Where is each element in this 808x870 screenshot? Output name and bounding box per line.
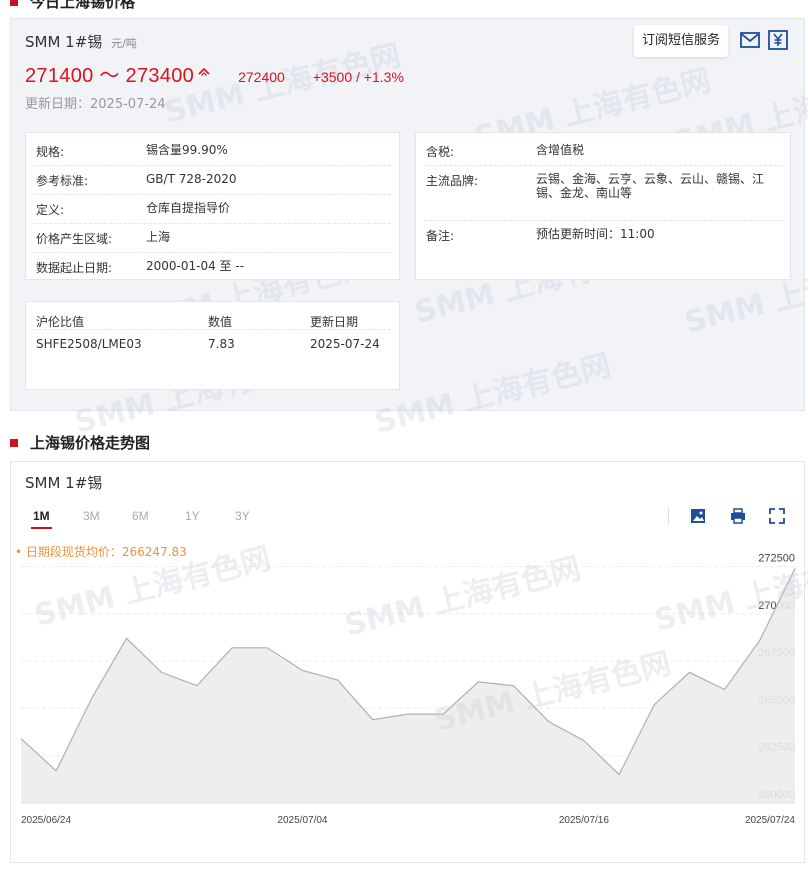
spec-value: 含增值税	[536, 143, 585, 157]
x-tick-label: 2025/07/16	[559, 815, 609, 826]
spec-row: 含税: 含增值税	[424, 137, 782, 166]
section-title-text: 今日上海锡价格	[30, 0, 136, 11]
price-change: +3500 / +1.3%	[312, 69, 404, 85]
spec-box-right: 含税: 含增值税 主流品牌: 云锡、金海、云亨、云象、云山、赣锡、江锡、金龙、南…	[415, 132, 791, 280]
ratio-table: 沪伦比值 数值 更新日期 SHFE2508/LME03 7.83 2025-07…	[25, 301, 400, 390]
ratio-table-header: 沪伦比值 数值 更新日期	[34, 310, 391, 330]
section-title-text: 上海锡价格走势图	[30, 434, 151, 452]
up-arrow-icon	[198, 65, 210, 79]
spec-value: 上海	[146, 230, 171, 244]
x-tick-label: 2025/07/04	[277, 815, 327, 826]
spec-value: 2000-01-04 至 --	[146, 259, 245, 273]
chart-title: SMM 1#锡	[25, 474, 103, 492]
spec-value: 仓库自提指导价	[146, 201, 231, 215]
x-tick-label: 2025/07/24	[745, 815, 795, 826]
average-price: 272400	[238, 69, 285, 85]
price-tag-icon[interactable]	[767, 29, 789, 51]
price-range: 271400 ～ 273400	[25, 65, 195, 87]
average-price-label: • 日期段现货均价：266247.83	[15, 545, 187, 559]
spec-label: 价格产生区域:	[36, 232, 113, 246]
ratio-cell: 2025-07-24	[310, 337, 380, 351]
price-row: 271400 ～ 273400 272400 +3500 / +1.3%	[25, 59, 404, 88]
spec-value: GB/T 728-2020	[146, 172, 237, 186]
update-label: 更新日期：	[25, 97, 91, 112]
spec-row: 数据起止日期: 2000-01-04 至 --	[34, 253, 391, 279]
tab-3y[interactable]: 3Y	[235, 509, 250, 523]
spec-label: 主流品牌:	[426, 174, 479, 188]
price-info-panel: SMM 上海有色网 SMM 上海有色网 SMM 上海有色网 SMM 上海有色网 …	[10, 18, 808, 441]
tab-1y[interactable]: 1Y	[185, 509, 200, 523]
tab-3m[interactable]: 3M	[83, 509, 100, 523]
spec-row: 主流品牌: 云锡、金海、云亨、云象、云山、赣锡、江锡、金龙、南山等	[424, 166, 782, 221]
spec-row: 定义: 仓库自提指导价	[34, 195, 391, 224]
ratio-header-cell: 数值	[208, 315, 233, 329]
section-title-today: 今日上海锡价格	[10, 0, 135, 12]
spec-row: 备注: 预估更新时间：11:00	[424, 221, 782, 253]
spec-value: 预估更新时间：11:00	[536, 227, 655, 241]
chart-panel: 2600002625002650002675002700002725002025…	[10, 461, 808, 863]
spec-label: 定义:	[36, 203, 65, 217]
product-name: SMM 1#锡 元/吨	[25, 31, 137, 52]
x-tick-label: 2025/06/24	[21, 815, 71, 826]
spec-box-left: 规格: 锡含量99.90% 参考标准: GB/T 728-2020 定义: 仓库…	[25, 132, 400, 280]
download-image-icon[interactable]	[689, 507, 707, 525]
watermark: SMM 上海有色网	[371, 348, 615, 441]
spec-label: 含税:	[426, 145, 455, 159]
ratio-cell: SHFE2508/LME03	[36, 337, 142, 351]
price-chart: 2600002625002650002675002700002725002025…	[20, 552, 796, 826]
ratio-cell: 7.83	[208, 337, 235, 351]
spec-label: 规格:	[36, 145, 65, 159]
spec-row: 参考标准: GB/T 728-2020	[34, 166, 391, 195]
spec-label: 备注:	[426, 229, 455, 243]
spec-row: 规格: 锡含量99.90%	[34, 137, 391, 166]
ratio-header-cell: 更新日期	[310, 315, 359, 329]
update-date-line: 更新日期：2025-07-24	[25, 93, 166, 112]
section-marker	[10, 438, 18, 447]
subscribe-sms-button[interactable]: 订阅短信服务	[634, 25, 729, 57]
y-tick-label: 272500	[758, 552, 795, 564]
series-area	[21, 568, 795, 803]
ratio-header-cell: 沪伦比值	[36, 315, 85, 329]
print-icon[interactable]	[729, 507, 747, 525]
spec-row: 价格产生区域: 上海	[34, 224, 391, 253]
spec-value: 锡含量99.90%	[146, 143, 228, 157]
tab-6m[interactable]: 6M	[132, 509, 149, 523]
spec-label: 参考标准:	[36, 174, 89, 188]
toolbar-divider	[668, 508, 669, 524]
mail-icon[interactable]	[739, 29, 761, 51]
tab-1m[interactable]: 1M	[31, 509, 52, 529]
section-title-trend: 上海锡价格走势图	[10, 432, 150, 453]
price-unit: 元/吨	[111, 37, 137, 50]
product-name-text: SMM 1#锡	[25, 33, 103, 51]
update-date: 2025-07-24	[90, 97, 166, 112]
fullscreen-icon[interactable]	[768, 507, 786, 525]
spec-value: 云锡、金海、云亨、云象、云山、赣锡、江锡、金龙、南山等	[536, 172, 765, 200]
section-marker	[10, 0, 18, 6]
ratio-table-row: SHFE2508/LME03 7.83 2025-07-24	[34, 334, 391, 354]
spec-label: 数据起止日期:	[36, 261, 113, 275]
